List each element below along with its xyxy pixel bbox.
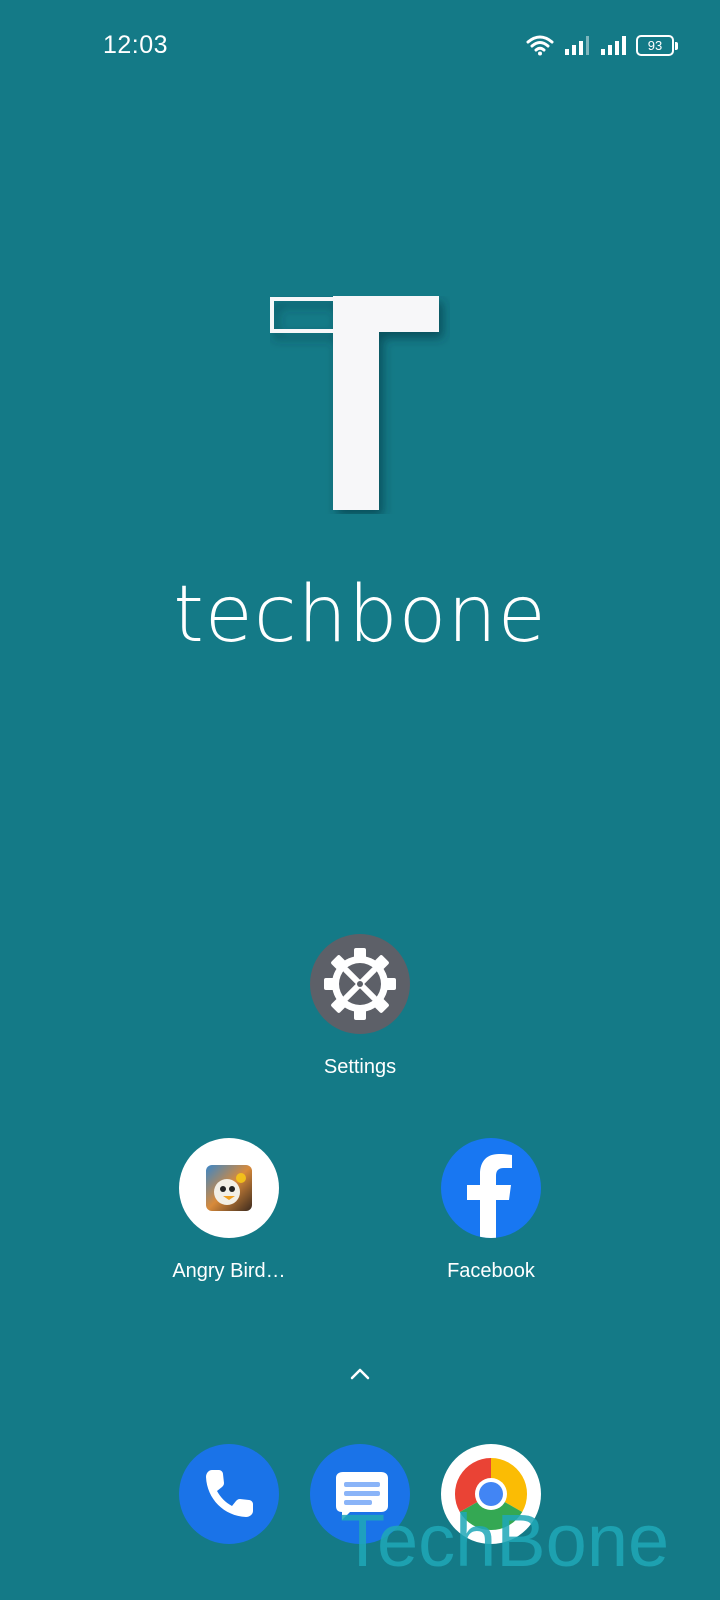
app-label-angry-birds: Angry Bird…	[172, 1260, 286, 1282]
app-angry-birds[interactable]: Angry Bird…	[149, 1138, 309, 1283]
app-settings[interactable]: Settings	[280, 934, 440, 1079]
wallpaper-brand-text: techbone	[173, 570, 547, 660]
wallpaper: techbone	[0, 0, 720, 700]
chevron-up-icon[interactable]	[348, 1366, 372, 1382]
app-label-facebook: Facebook	[447, 1260, 535, 1282]
app-label-settings: Settings	[323, 1056, 397, 1078]
app-facebook[interactable]: Facebook	[411, 1138, 571, 1283]
techbone-logo-icon	[270, 296, 439, 510]
facebook-icon	[441, 1138, 541, 1238]
settings-icon	[310, 934, 410, 1034]
watermark-text: TechBone	[340, 1499, 670, 1582]
angry-birds-icon	[179, 1138, 279, 1238]
phone-icon[interactable]	[179, 1444, 279, 1544]
